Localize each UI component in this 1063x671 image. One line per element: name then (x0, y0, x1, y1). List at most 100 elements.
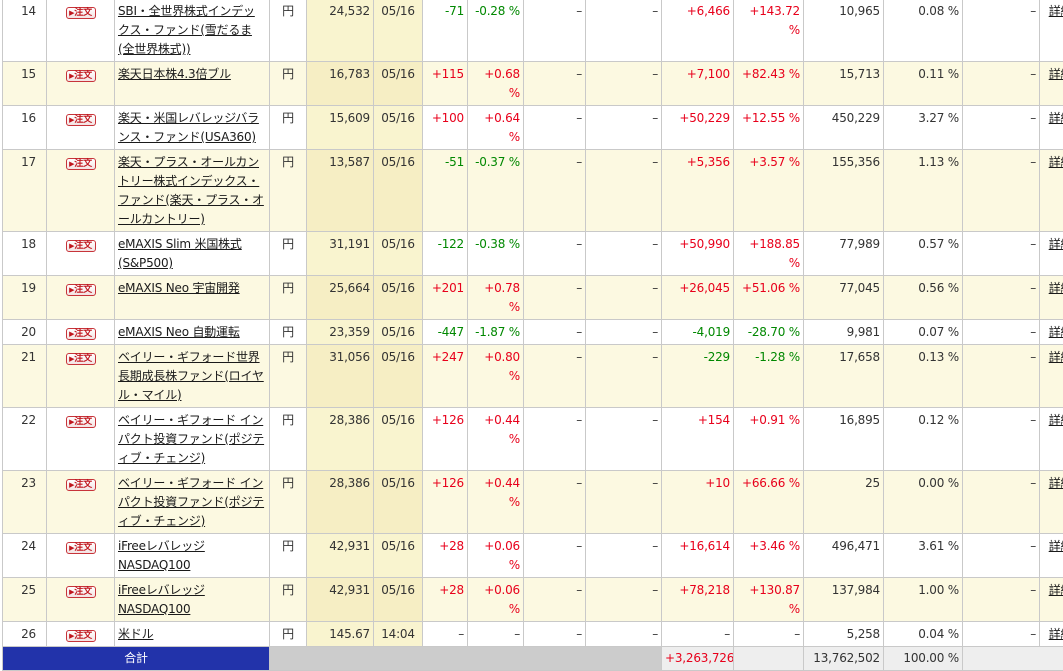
fund-name-link[interactable]: iFreeレバレッジ NASDAQ100 (118, 583, 205, 616)
row-number: 21 (3, 345, 47, 408)
row-number: 26 (3, 622, 47, 647)
column-a-value: – (524, 408, 586, 471)
market-value: 10,965 (804, 0, 884, 62)
order-button[interactable]: ▶注文 (66, 7, 96, 19)
order-button[interactable]: ▶注文 (66, 284, 96, 296)
order-button[interactable]: ▶注文 (66, 114, 96, 126)
column-c-value: – (963, 622, 1040, 647)
order-button[interactable]: ▶注文 (66, 479, 96, 491)
fund-name-link[interactable]: 楽天日本株4.3倍ブル (118, 67, 231, 81)
allocation-ratio: 1.00 % (884, 578, 963, 622)
day-change: +28 (423, 534, 468, 578)
day-change-percent: +0.64 % (468, 106, 524, 150)
fund-name-link[interactable]: iFreeレバレッジ NASDAQ100 (118, 539, 205, 572)
price: 28,386 (307, 471, 374, 534)
allocation-ratio: 0.57 % (884, 232, 963, 276)
detail-link[interactable]: 詳細 (1049, 583, 1063, 597)
profit-loss-percent: +66.66 % (734, 471, 804, 534)
fund-name-link[interactable]: eMAXIS Neo 宇宙開発 (118, 281, 240, 295)
detail-link[interactable]: 詳細 (1049, 627, 1063, 641)
fund-name-link[interactable]: ベイリー・ギフォード インパクト投資ファンド(ポジティブ・チェンジ) (118, 413, 264, 465)
table-row: 22 ▶注文 ベイリー・ギフォード インパクト投資ファンド(ポジティブ・チェンジ… (3, 408, 1063, 471)
fund-name-link[interactable]: eMAXIS Slim 米国株式(S&P500) (118, 237, 242, 270)
day-change-percent: -1.87 % (468, 320, 524, 345)
detail-link[interactable]: 詳細 (1049, 67, 1063, 81)
total-row: 合計 +3,263,726 13,762,502 100.00 % (3, 647, 1063, 671)
column-b-value: – (586, 62, 662, 106)
order-button[interactable]: ▶注文 (66, 328, 96, 340)
order-button-label: 注文 (74, 71, 92, 81)
order-button[interactable]: ▶注文 (66, 542, 96, 554)
column-b-value: – (586, 534, 662, 578)
profit-loss-percent: +12.55 % (734, 106, 804, 150)
day-change: +100 (423, 106, 468, 150)
day-change-percent: +0.80 % (468, 345, 524, 408)
detail-link[interactable]: 詳細 (1049, 325, 1063, 339)
column-a-value: – (524, 0, 586, 62)
market-value: 496,471 (804, 534, 884, 578)
table-row: 20 ▶注文 eMAXIS Neo 自動運転 円 23,359 05/16 -4… (3, 320, 1063, 345)
profit-loss-percent: +188.85 % (734, 232, 804, 276)
day-change: +28 (423, 578, 468, 622)
detail-link[interactable]: 詳細 (1049, 155, 1063, 169)
column-a-value: – (524, 106, 586, 150)
day-change: +247 (423, 345, 468, 408)
allocation-ratio: 0.56 % (884, 276, 963, 320)
profit-loss-percent: +3.57 % (734, 150, 804, 232)
fund-name-link[interactable]: 楽天・プラス・オールカントリー株式インデックス・ファンド(楽天・プラス・オールカ… (118, 155, 264, 226)
fund-name-link[interactable]: eMAXIS Neo 自動運転 (118, 325, 240, 339)
day-change-percent: +0.44 % (468, 471, 524, 534)
detail-link[interactable]: 詳細 (1049, 4, 1063, 18)
table-row: 19 ▶注文 eMAXIS Neo 宇宙開発 円 25,664 05/16 +2… (3, 276, 1063, 320)
order-button-label: 注文 (74, 354, 92, 364)
column-c-value: – (963, 0, 1040, 62)
profit-loss-percent: – (734, 622, 804, 647)
fund-name-link[interactable]: ベイリー・ギフォード世界長期成長株ファンド(ロイヤル・マイル) (118, 350, 264, 402)
currency: 円 (270, 232, 307, 276)
price: 13,587 (307, 150, 374, 232)
column-a-value: – (524, 345, 586, 408)
order-button[interactable]: ▶注文 (66, 240, 96, 252)
table-row: 15 ▶注文 楽天日本株4.3倍ブル 円 16,783 05/16 +115 +… (3, 62, 1063, 106)
order-button[interactable]: ▶注文 (66, 70, 96, 82)
detail-link[interactable]: 詳細 (1049, 281, 1063, 295)
order-button[interactable]: ▶注文 (66, 630, 96, 642)
profit-loss-percent: +82.43 % (734, 62, 804, 106)
price: 31,191 (307, 232, 374, 276)
price: 15,609 (307, 106, 374, 150)
column-a-value: – (524, 276, 586, 320)
profit-loss: +7,100 (662, 62, 734, 106)
column-c-value: – (963, 578, 1040, 622)
fund-name-link[interactable]: ベイリー・ギフォード インパクト投資ファンド(ポジティブ・チェンジ) (118, 476, 264, 528)
fund-name-link[interactable]: 楽天・米国レバレッジバランス・ファンド(USA360) (118, 111, 259, 144)
order-button[interactable]: ▶注文 (66, 353, 96, 365)
profit-loss: +26,045 (662, 276, 734, 320)
column-b-value: – (586, 276, 662, 320)
order-button[interactable]: ▶注文 (66, 416, 96, 428)
column-c-value: – (963, 408, 1040, 471)
column-b-value: – (586, 106, 662, 150)
order-button[interactable]: ▶注文 (66, 158, 96, 170)
detail-link[interactable]: 詳細 (1049, 413, 1063, 427)
currency: 円 (270, 276, 307, 320)
detail-link[interactable]: 詳細 (1049, 476, 1063, 490)
market-value: 155,356 (804, 150, 884, 232)
currency: 円 (270, 0, 307, 62)
market-value: 77,045 (804, 276, 884, 320)
detail-link[interactable]: 詳細 (1049, 111, 1063, 125)
row-number: 19 (3, 276, 47, 320)
price-date: 05/16 (374, 0, 423, 62)
order-button[interactable]: ▶注文 (66, 586, 96, 598)
fund-name-link[interactable]: 米ドル (118, 627, 153, 641)
detail-link[interactable]: 詳細 (1049, 350, 1063, 364)
currency: 円 (270, 534, 307, 578)
row-number: 15 (3, 62, 47, 106)
fund-name-link[interactable]: SBI・全世界株式インデックス・ファンド(雪だるま(全世界株式)) (118, 4, 255, 56)
detail-link[interactable]: 詳細 (1049, 539, 1063, 553)
detail-link[interactable]: 詳細 (1049, 237, 1063, 251)
profit-loss: – (662, 622, 734, 647)
order-button-label: 注文 (74, 587, 92, 597)
column-a-value: – (524, 62, 586, 106)
column-b-value: – (586, 320, 662, 345)
profit-loss: +16,614 (662, 534, 734, 578)
